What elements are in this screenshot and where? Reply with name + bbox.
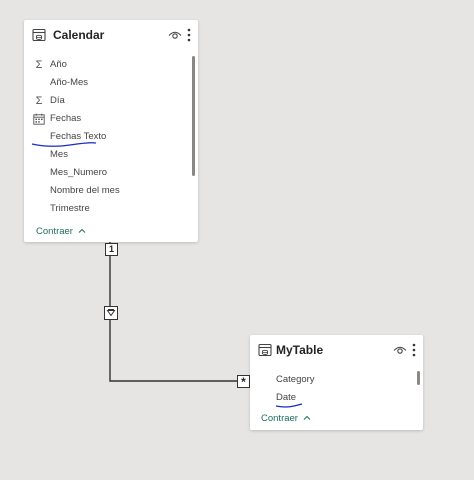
more-options-icon[interactable] xyxy=(186,27,192,43)
field-list: Σ Año Año-Mes Σ Día Fechas Fechas Texto … xyxy=(24,56,186,218)
field-list: Category Date xyxy=(250,371,411,407)
field-label: Año xyxy=(50,59,67,70)
field-item-mes-numero[interactable]: Mes_Numero xyxy=(24,164,186,182)
field-label: Category xyxy=(276,374,315,385)
cross-filter-direction-icon[interactable] xyxy=(104,306,118,320)
field-item-fechas[interactable]: Fechas xyxy=(24,110,186,128)
scrollbar[interactable] xyxy=(417,371,420,385)
table-title: Calendar xyxy=(53,28,105,42)
eye-icon[interactable] xyxy=(168,29,182,41)
field-item-category[interactable]: Category xyxy=(250,371,411,389)
field-item-date[interactable]: Date xyxy=(250,389,411,407)
table-card-header[interactable]: Calendar xyxy=(24,20,198,50)
field-item-fechas-texto[interactable]: Fechas Texto xyxy=(24,128,186,146)
table-card-header[interactable]: MyTable xyxy=(250,335,423,365)
table-card-calendar[interactable]: Calendar Σ Año Año-Mes Σ Día Fechas Fech… xyxy=(24,20,198,242)
sigma-icon: Σ xyxy=(35,59,43,71)
field-label: Día xyxy=(50,95,65,106)
field-label: Fechas xyxy=(50,113,82,124)
relationship-many-marker: * xyxy=(237,375,250,389)
field-label: Date xyxy=(276,392,297,403)
field-item-ano[interactable]: Σ Año xyxy=(24,56,186,74)
field-item-ano-mes[interactable]: Año-Mes xyxy=(24,74,186,92)
field-label: Trimestre xyxy=(50,203,90,214)
table-card-mytable[interactable]: MyTable Category Date Contraer xyxy=(250,335,423,430)
field-item-mes[interactable]: Mes xyxy=(24,146,186,164)
field-label: Mes xyxy=(50,149,68,160)
field-label: Mes_Numero xyxy=(50,167,108,178)
field-label: Nombre del mes xyxy=(50,185,120,196)
collapse-link[interactable]: Contraer xyxy=(36,226,86,237)
scrollbar[interactable] xyxy=(192,56,195,176)
table-title: MyTable xyxy=(276,343,324,357)
field-label: Año-Mes xyxy=(50,77,89,88)
more-options-icon[interactable] xyxy=(411,342,417,358)
field-item-trimestre[interactable]: Trimestre xyxy=(24,200,186,218)
sigma-icon: Σ xyxy=(35,95,43,107)
chevron-up-icon xyxy=(303,416,310,421)
field-item-nombre-del-mes[interactable]: Nombre del mes xyxy=(24,182,186,200)
eye-icon[interactable] xyxy=(393,344,407,356)
field-item-dia[interactable]: Σ Día xyxy=(24,92,186,110)
filter-arrow-down-icon xyxy=(106,309,116,317)
collapse-link[interactable]: Contraer xyxy=(261,413,311,424)
calendar-icon xyxy=(33,113,45,125)
chevron-up-icon xyxy=(78,229,85,234)
collapse-label: Contraer xyxy=(261,413,298,424)
table-icon xyxy=(32,28,46,42)
table-icon xyxy=(258,343,272,357)
relationship-one-marker: 1 xyxy=(105,243,118,256)
collapse-label: Contraer xyxy=(36,226,73,237)
field-label: Fechas Texto xyxy=(50,131,107,142)
